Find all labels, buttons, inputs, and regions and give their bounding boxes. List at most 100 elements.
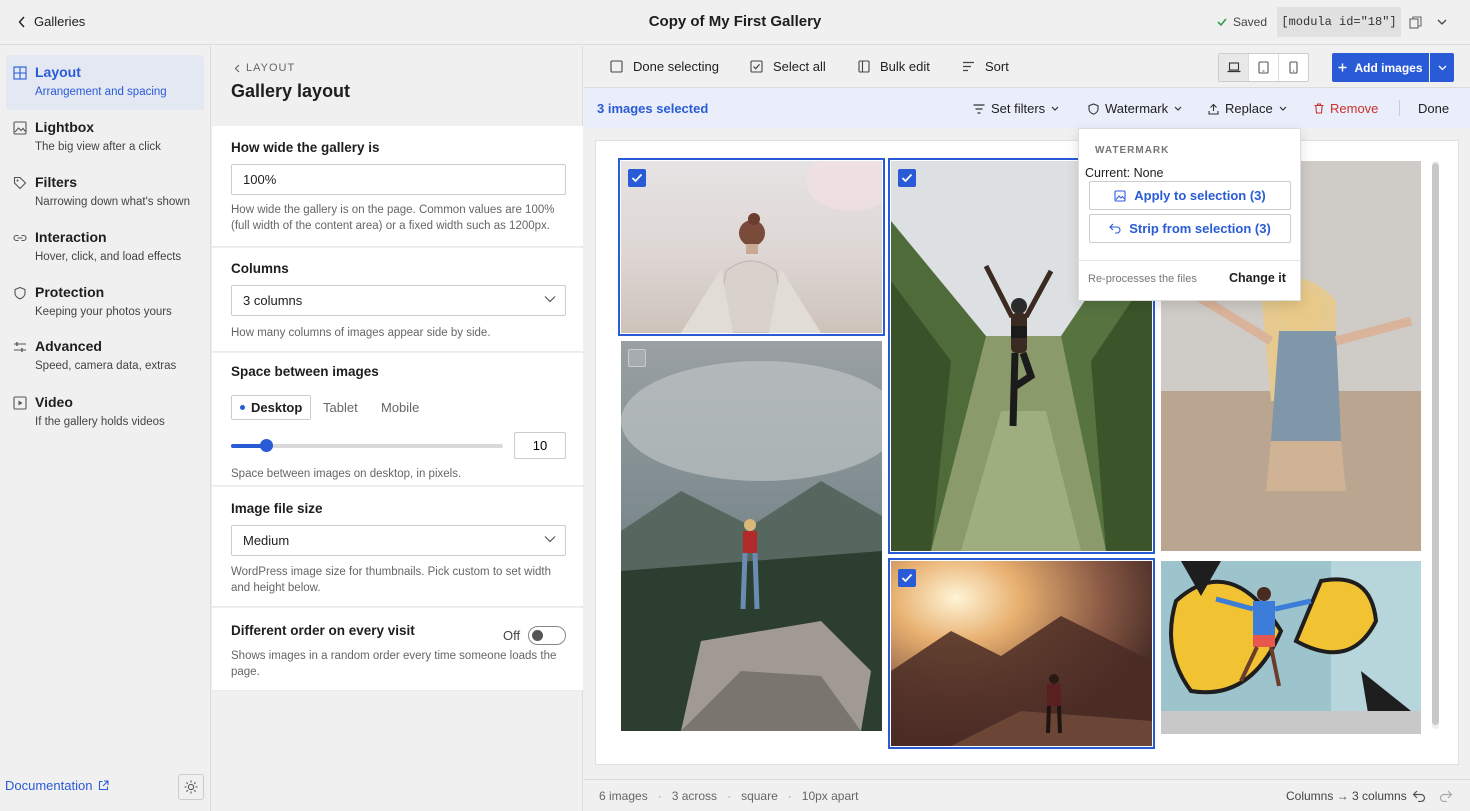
watermark-button[interactable]: Watermark xyxy=(1088,101,1182,116)
sidebar-item-description: Speed, camera data, extras xyxy=(35,360,177,372)
shortcode-display[interactable]: [modula id="18"] xyxy=(1277,7,1401,37)
selection-checkbox[interactable] xyxy=(628,349,646,367)
file-size-label: Image file size xyxy=(231,501,323,516)
set-filters-label: Set filters xyxy=(991,101,1046,116)
done-button[interactable]: Done xyxy=(1418,101,1449,116)
copy-shortcode-button[interactable] xyxy=(1404,10,1426,34)
random-order-help: Shows images in a random order every tim… xyxy=(231,650,557,678)
selection-checkbox[interactable] xyxy=(628,169,646,187)
status-spacing: 10px apart xyxy=(801,789,859,803)
redo-icon xyxy=(1439,790,1453,802)
sidebar-item-label: Interaction xyxy=(35,229,107,245)
set-filters-button[interactable]: Set filters xyxy=(973,101,1059,116)
layout-settings-panel: LAYOUT Gallery layout How wide the galle… xyxy=(212,46,583,811)
gallery-image[interactable] xyxy=(888,558,1155,749)
sort-icon xyxy=(962,61,975,72)
file-size-section: Image file size Medium WordPress image s… xyxy=(212,487,583,607)
sidebar-item-protection[interactable]: Protection Keeping your photos yours xyxy=(6,275,204,330)
gallery-summary: 6 images · 3 across · square · 10px apar… xyxy=(599,789,858,803)
slider-handle[interactable] xyxy=(260,439,274,452)
tab-desktop[interactable]: Desktop xyxy=(231,395,312,420)
add-images-button[interactable]: Add images xyxy=(1332,53,1429,82)
documentation-label: Documentation xyxy=(5,778,93,793)
undo-icon xyxy=(1412,790,1426,802)
spacing-section: Space between images Desktop Tablet Mobi… xyxy=(212,353,583,486)
gallery-image[interactable] xyxy=(1161,561,1421,734)
scrollbar-thumb[interactable] xyxy=(1432,163,1439,725)
replace-button[interactable]: Replace xyxy=(1208,101,1287,116)
redo-button[interactable] xyxy=(1437,788,1455,804)
status-columns: 3 across xyxy=(671,789,718,803)
gallery-image[interactable] xyxy=(618,158,885,336)
laptop-icon xyxy=(1227,62,1241,73)
random-order-label: Different order on every visit xyxy=(231,623,415,638)
mobile-preview-button[interactable] xyxy=(1279,54,1308,81)
theme-toggle-button[interactable] xyxy=(178,774,204,800)
replace-label: Replace xyxy=(1225,101,1273,116)
spacing-slider[interactable] xyxy=(231,439,503,452)
watermark-note: Re-processes the files xyxy=(1088,273,1197,285)
divider xyxy=(1079,260,1300,261)
gallery-image[interactable] xyxy=(621,341,882,731)
bulk-edit-label: Bulk edit xyxy=(880,59,930,74)
change-watermark-link[interactable]: Change it xyxy=(1229,271,1286,285)
done-selecting-button[interactable]: Done selecting xyxy=(610,59,719,74)
bulk-edit-button[interactable]: Bulk edit xyxy=(858,59,930,74)
chevron-down-icon xyxy=(1174,106,1182,111)
desktop-preview-button[interactable] xyxy=(1219,54,1249,81)
add-images-menu-button[interactable] xyxy=(1430,53,1454,82)
sidebar-item-lightbox[interactable]: Lightbox The big view after a click xyxy=(6,110,204,165)
top-bar: Galleries Copy of My First Gallery Saved… xyxy=(0,0,1470,45)
image-icon xyxy=(13,121,27,135)
chevron-down-icon xyxy=(1051,106,1059,111)
gallery-width-section: How wide the gallery is How wide the gal… xyxy=(212,126,583,247)
spacing-value-input[interactable] xyxy=(514,432,566,459)
play-icon xyxy=(13,396,27,410)
selection-checkbox[interactable] xyxy=(898,569,916,587)
sidebar-item-advanced[interactable]: Advanced Speed, camera data, extras xyxy=(6,329,204,384)
toggle-knob xyxy=(532,630,543,641)
tablet-icon xyxy=(1258,61,1269,74)
shield-icon xyxy=(1088,102,1099,115)
sidebar-item-interaction[interactable]: Interaction Hover, click, and load effec… xyxy=(6,220,204,275)
tab-mobile[interactable]: Mobile xyxy=(381,395,419,420)
random-order-toggle[interactable] xyxy=(528,626,566,645)
undo-button[interactable] xyxy=(1410,788,1428,804)
breadcrumb[interactable]: LAYOUT xyxy=(234,62,295,74)
gallery-width-label: How wide the gallery is xyxy=(231,140,380,155)
upload-icon xyxy=(1208,103,1219,115)
photo-hiker-cliff-forest xyxy=(621,341,882,731)
sort-button[interactable]: Sort xyxy=(962,59,1009,74)
photo-woman-butterfly-mural xyxy=(1161,561,1421,734)
photo-woman-foggy-beach xyxy=(621,161,882,333)
back-to-galleries-link[interactable]: Galleries xyxy=(18,14,85,29)
back-label: Galleries xyxy=(34,14,86,29)
selection-bar: 3 images selected Set filters Watermark … xyxy=(584,88,1470,128)
apply-watermark-label: Apply to selection (3) xyxy=(1134,188,1266,203)
tablet-preview-button[interactable] xyxy=(1249,54,1279,81)
file-size-help: WordPress image size for thumbnails. Pic… xyxy=(231,566,551,594)
status-shape: square xyxy=(741,789,778,803)
bulk-edit-icon xyxy=(858,60,870,73)
apply-watermark-button[interactable]: Apply to selection (3) xyxy=(1089,181,1291,210)
sidebar-item-layout[interactable]: Layout Arrangement and spacing xyxy=(6,55,204,110)
sidebar-item-filters[interactable]: Filters Narrowing down what's shown xyxy=(6,165,204,220)
select-all-button[interactable]: Select all xyxy=(750,59,826,74)
strip-watermark-button[interactable]: Strip from selection (3) xyxy=(1089,214,1291,243)
selection-count: 3 images selected xyxy=(597,101,709,116)
more-options-button[interactable] xyxy=(1431,10,1453,34)
chevron-down-icon xyxy=(1437,19,1447,25)
tab-tablet[interactable]: Tablet xyxy=(323,395,358,420)
filter-icon xyxy=(973,103,985,114)
gallery-width-help: How wide the gallery is on the page. Com… xyxy=(231,204,555,232)
remove-button[interactable]: Remove xyxy=(1314,101,1378,116)
sidebar-item-video[interactable]: Video If the gallery holds videos xyxy=(6,385,204,440)
chevron-down-icon xyxy=(544,295,556,303)
documentation-link[interactable]: Documentation xyxy=(5,778,110,793)
sidebar-item-description: Keeping your photos yours xyxy=(35,306,172,318)
gallery-scrollbar[interactable] xyxy=(1432,161,1439,729)
gallery-width-input[interactable] xyxy=(231,164,566,195)
selection-checkbox[interactable] xyxy=(898,169,916,187)
file-size-select[interactable]: Medium xyxy=(231,525,566,556)
columns-select[interactable]: 3 columns xyxy=(231,285,566,316)
